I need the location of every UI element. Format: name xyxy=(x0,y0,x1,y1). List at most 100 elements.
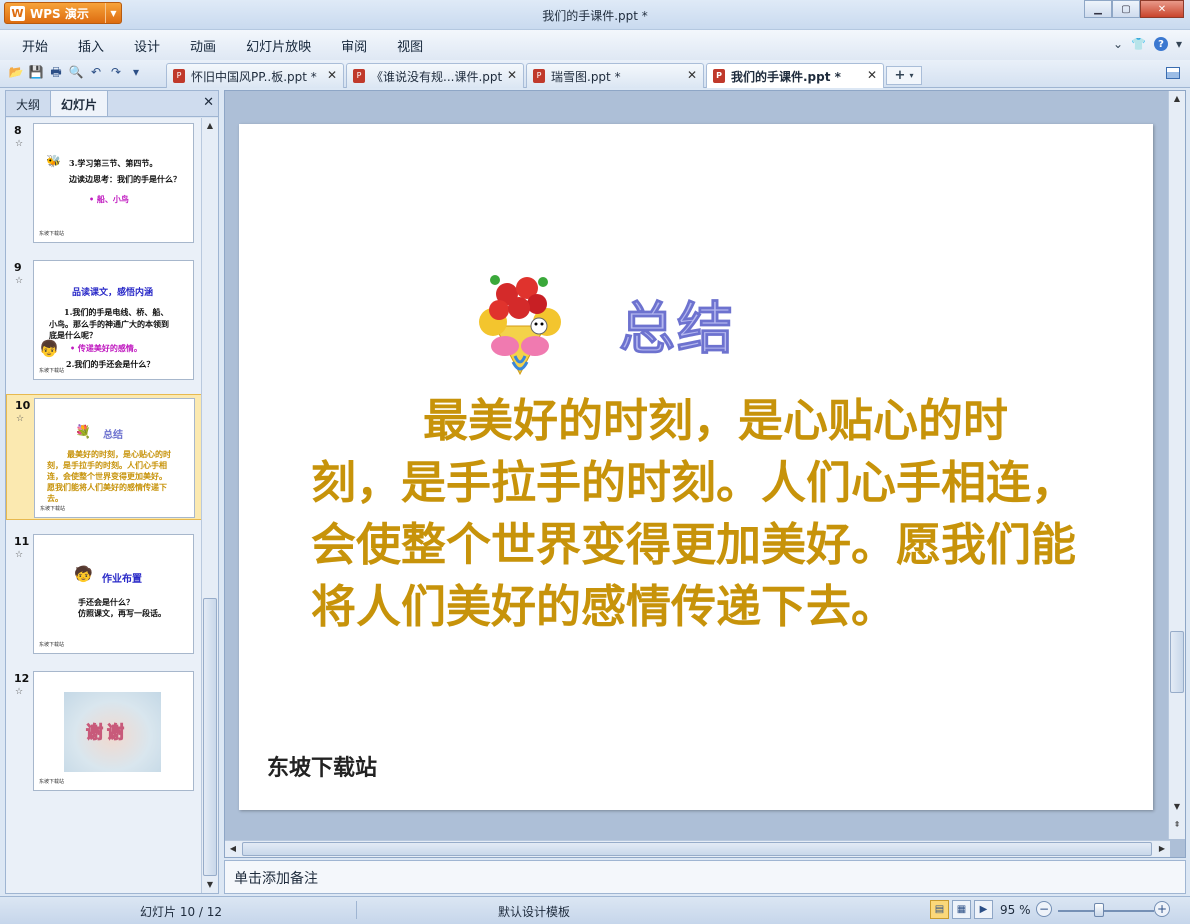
slide-thumbnail-12[interactable]: 12 ☆ 谢谢 东坡下载站 xyxy=(6,668,202,794)
thumb-line: 边读边思考：我们的手是什么？ xyxy=(69,174,181,184)
document-tab-bar: 📂 💾 🖶 🔍 ↶ ↷ ▾ P 怀旧中国风PP..板.ppt * ✕ P 《谁说… xyxy=(0,60,1190,88)
zoom-in-icon[interactable]: + xyxy=(1154,901,1170,917)
slide-title[interactable]: 总结 xyxy=(619,284,735,365)
scrollbar-thumb[interactable] xyxy=(1170,631,1184,693)
window-title: 我们的手课件.ppt * xyxy=(542,9,648,23)
tab-slides[interactable]: 幻灯片 xyxy=(50,91,109,116)
scroll-up-icon[interactable]: ▲ xyxy=(1169,91,1185,107)
bee-icon: 🐝 xyxy=(46,154,61,168)
slide-preview: 谢谢 东坡下载站 xyxy=(33,671,194,791)
doc-tab-4-active[interactable]: P 我们的手课件.ppt * ✕ xyxy=(706,63,884,88)
slide-editing-area: 总结 最美好的时刻，是心贴心的时刻，是手拉手的时刻。人们心手相连，会使整个世界变… xyxy=(224,90,1186,858)
thumb-line: 小鸟。那么手的神通广大的本领到 xyxy=(49,319,169,329)
slide-thumbnail-10-selected[interactable]: 10 ☆ 💐 总结 最美好的时刻，是心贴心的时 刻，是手拉手的时刻。人们心手相 … xyxy=(6,394,202,520)
thumb-line: 1.我们的手是电线、桥、船、 xyxy=(64,307,169,317)
flower-bouquet-icon xyxy=(479,275,561,376)
close-tab-icon[interactable]: ✕ xyxy=(867,68,877,82)
slide-preview: 🧒 作业布置 手还会是什么？ 仿照课文，再写一段话。 东坡下载站 xyxy=(33,534,194,654)
scroll-down-icon[interactable]: ▼ xyxy=(1169,799,1185,815)
ppt-file-icon: P xyxy=(353,69,365,83)
customize-toolbar-icon[interactable]: ▾ xyxy=(128,64,144,80)
tab-outline[interactable]: 大纲 xyxy=(6,91,50,116)
slide-footer-text[interactable]: 东坡下载站 xyxy=(267,750,377,782)
menu-insert[interactable]: 插入 xyxy=(78,36,104,55)
print-icon[interactable]: 🖶 xyxy=(48,64,64,80)
zoom-out-icon[interactable]: − xyxy=(1036,901,1052,917)
zoom-level[interactable]: 95 % xyxy=(1000,903,1031,917)
slideshow-view-icon[interactable]: ▶ xyxy=(974,900,993,919)
close-tab-icon[interactable]: ✕ xyxy=(507,68,517,82)
skin-shirt-icon[interactable]: 👕 xyxy=(1131,37,1146,51)
close-pane-icon[interactable]: ✕ xyxy=(203,95,214,110)
zoom-slider[interactable] xyxy=(1058,910,1154,912)
scroll-left-icon[interactable]: ◀ xyxy=(225,841,241,857)
slide-preview: 💐 总结 最美好的时刻，是心贴心的时 刻，是手拉手的时刻。人们心手相 连，会使整… xyxy=(34,398,195,518)
scroll-up-icon[interactable]: ▲ xyxy=(202,118,218,134)
previous-slide-icon[interactable]: ⇞ xyxy=(1169,817,1185,833)
slide-number: 8 xyxy=(14,124,22,137)
doc-tab-2[interactable]: P 《谁说没有规...课件.ppt ✕ xyxy=(346,63,524,88)
doc-tab-label: 《谁说没有规...课件.ppt xyxy=(371,69,503,84)
slide-sorter-view-icon[interactable]: ▦ xyxy=(952,900,971,919)
title-bar: W WPS 演示 ▼ 我们的手课件.ppt * ▁ ▢ ✕ xyxy=(0,0,1190,30)
thumb-footer: 东坡下载站 xyxy=(39,368,65,374)
thumb-line: 去。 xyxy=(47,493,63,503)
redo-icon[interactable]: ↷ xyxy=(108,64,124,80)
close-button[interactable]: ✕ xyxy=(1140,0,1184,18)
current-slide[interactable]: 总结 最美好的时刻，是心贴心的时刻，是手拉手的时刻。人们心手相连，会使整个世界变… xyxy=(239,124,1153,810)
slide-number: 12 xyxy=(14,672,30,685)
slide-vertical-scrollbar[interactable]: ▲ ▼ ⇞ xyxy=(1168,91,1185,839)
animation-star-icon: ☆ xyxy=(15,550,24,560)
menu-design[interactable]: 设计 xyxy=(134,36,160,55)
print-preview-icon[interactable]: 🔍 xyxy=(68,64,84,80)
ppt-file-icon: P xyxy=(713,69,725,83)
maximize-button[interactable]: ▢ xyxy=(1112,0,1140,18)
ppt-file-icon: P xyxy=(533,69,545,83)
thumbnail-scrollbar[interactable]: ▲ ▼ xyxy=(201,118,218,893)
menu-home[interactable]: 开始 xyxy=(22,36,48,55)
save-icon[interactable]: 💾 xyxy=(28,64,44,80)
thumb-footer: 东坡下载站 xyxy=(39,231,65,237)
thumb-line: 最美好的时刻，是心贴心的时 xyxy=(67,449,171,459)
slide-thumbnail-list: 8 ☆ 🐝 3.学习第三节、第四节。 边读边思考：我们的手是什么？ • 船、小鸟… xyxy=(6,118,202,893)
new-tab-button[interactable]: + ▾ xyxy=(886,66,922,85)
help-icon[interactable]: ? xyxy=(1153,37,1168,51)
help-dropdown-icon[interactable]: ▾ xyxy=(1176,37,1182,51)
slide-thumbnail-8[interactable]: 8 ☆ 🐝 3.学习第三节、第四节。 边读边思考：我们的手是什么？ • 船、小鸟… xyxy=(6,120,202,246)
slide-thumbnail-9[interactable]: 9 ☆ 品读课文，感悟内涵 1.我们的手是电线、桥、船、 小鸟。那么手的神通广大… xyxy=(6,257,202,383)
window-layout-icon[interactable] xyxy=(1166,67,1180,79)
thumb-line: 连，会使整个世界变得更加美好。 xyxy=(47,471,167,481)
open-folder-icon[interactable]: 📂 xyxy=(8,64,24,80)
minimize-button[interactable]: ▁ xyxy=(1084,0,1112,18)
child-icon: 👦 xyxy=(39,339,59,358)
close-tab-icon[interactable]: ✕ xyxy=(687,68,697,82)
thumb-line: 仿照课文，再写一段话。 xyxy=(78,608,166,618)
scrollbar-thumb[interactable] xyxy=(242,842,1152,856)
scrollbar-thumb[interactable] xyxy=(203,598,217,876)
collapse-ribbon-icon[interactable]: ⌄ xyxy=(1113,37,1123,51)
normal-view-icon[interactable]: ▤ xyxy=(930,900,949,919)
menu-animation[interactable]: 动画 xyxy=(190,36,216,55)
slide-horizontal-scrollbar[interactable]: ◀ ▶ xyxy=(225,840,1170,857)
scroll-down-icon[interactable]: ▼ xyxy=(202,877,218,893)
menu-review[interactable]: 审阅 xyxy=(341,36,367,55)
slide-body-text[interactable]: 最美好的时刻，是心贴心的时刻，是手拉手的时刻。人们心手相连，会使整个世界变得更加… xyxy=(311,390,1091,638)
slide-preview: 🐝 3.学习第三节、第四节。 边读边思考：我们的手是什么？ • 船、小鸟 东坡下… xyxy=(33,123,194,243)
doc-tab-1[interactable]: P 怀旧中国风PP..板.ppt * ✕ xyxy=(166,63,344,88)
slide-number: 10 xyxy=(15,399,31,412)
animation-star-icon: ☆ xyxy=(15,687,24,697)
thumb-footer: 东坡下载站 xyxy=(39,779,65,785)
design-template-label[interactable]: 默认设计模板 xyxy=(498,903,570,920)
thumb-line: 手还会是什么？ xyxy=(78,597,134,607)
menu-view[interactable]: 视图 xyxy=(397,36,423,55)
close-tab-icon[interactable]: ✕ xyxy=(327,68,337,82)
notes-input[interactable]: 单击添加备注 xyxy=(224,860,1186,894)
slide-thumbnail-11[interactable]: 11 ☆ 🧒 作业布置 手还会是什么？ 仿照课文，再写一段话。 东坡下载站 xyxy=(6,531,202,657)
quick-access-toolbar: 📂 💾 🖶 🔍 ↶ ↷ ▾ xyxy=(8,64,144,80)
menu-slideshow[interactable]: 幻灯片放映 xyxy=(246,36,311,55)
doc-tab-3[interactable]: P 瑞雪图.ppt * ✕ xyxy=(526,63,704,88)
undo-icon[interactable]: ↶ xyxy=(88,64,104,80)
thumb-footer: 东坡下载站 xyxy=(39,642,65,648)
scroll-right-icon[interactable]: ▶ xyxy=(1154,841,1170,857)
zoom-slider-handle[interactable] xyxy=(1094,903,1104,917)
